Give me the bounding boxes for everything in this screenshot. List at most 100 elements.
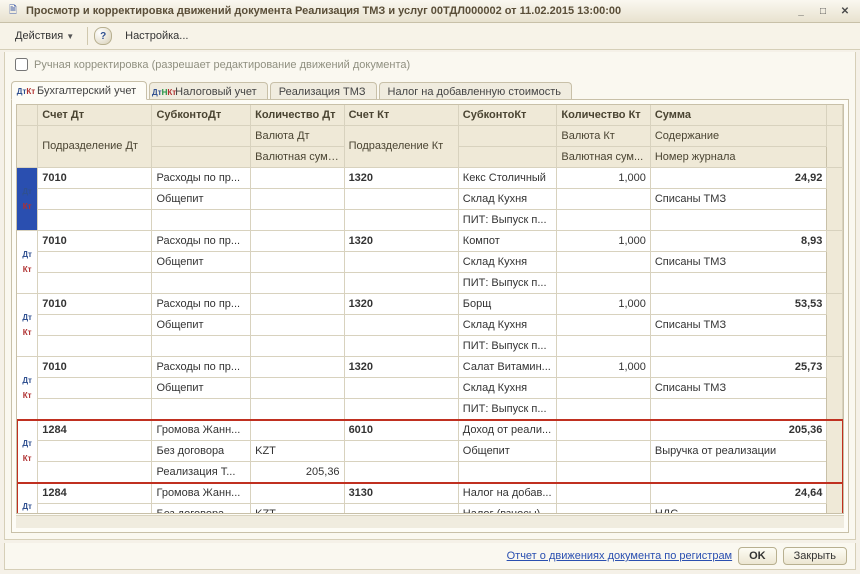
cell[interactable]: Общепит: [152, 315, 251, 336]
cell[interactable]: [38, 399, 152, 420]
cell[interactable]: [344, 504, 458, 515]
col-cursum-dt[interactable]: Валютная сумма Дт: [251, 147, 344, 168]
cell[interactable]: [38, 336, 152, 357]
table-row[interactable]: ПИТ: Выпуск п...: [17, 336, 843, 357]
cell[interactable]: Реализация Т...: [152, 462, 251, 483]
scrollbar-track[interactable]: [827, 294, 843, 357]
cell[interactable]: НДС: [650, 504, 827, 515]
cell[interactable]: [557, 189, 650, 210]
cell[interactable]: Салат Витамин...: [458, 357, 557, 378]
cell[interactable]: [38, 210, 152, 231]
col-sub2k[interactable]: [458, 126, 557, 147]
cell[interactable]: 205,36: [650, 420, 827, 441]
cell[interactable]: Компот: [458, 231, 557, 252]
table-row[interactable]: Реализация Т...205,36: [17, 462, 843, 483]
col-content[interactable]: Содержание: [650, 126, 827, 147]
horizontal-scrollbar[interactable]: [16, 515, 844, 528]
cell[interactable]: 1,000: [557, 231, 650, 252]
tab-realization[interactable]: Реализация ТМЗ: [270, 82, 377, 100]
cell[interactable]: [650, 462, 827, 483]
scrollbar-track[interactable]: [827, 231, 843, 294]
cell[interactable]: 25,73: [650, 357, 827, 378]
close-button[interactable]: ✕: [836, 4, 854, 18]
cell[interactable]: [38, 273, 152, 294]
table-row[interactable]: ДтКт7010Расходы по пр...1320Компот1,0008…: [17, 231, 843, 252]
cell[interactable]: Без договора: [152, 504, 251, 515]
cell[interactable]: [251, 483, 344, 504]
col-subconto-kt[interactable]: СубконтоКт: [458, 105, 557, 126]
col-journal[interactable]: Номер журнала: [650, 147, 827, 168]
minimize-button[interactable]: _: [792, 4, 810, 18]
cell[interactable]: Расходы по пр...: [152, 294, 251, 315]
cell[interactable]: Общепит: [458, 441, 557, 462]
manual-correct-checkbox[interactable]: [15, 58, 28, 71]
tab-vat[interactable]: Налог на добавленную стоимость: [379, 82, 572, 100]
cell[interactable]: 205,36: [251, 462, 344, 483]
cell[interactable]: [152, 336, 251, 357]
cell[interactable]: Борщ: [458, 294, 557, 315]
cell[interactable]: Расходы по пр...: [152, 231, 251, 252]
cell[interactable]: [251, 210, 344, 231]
cell[interactable]: 1320: [344, 168, 458, 189]
col-qty-dt[interactable]: Количество Дт: [251, 105, 344, 126]
table-row[interactable]: ОбщепитСклад КухняСписаны ТМЗ: [17, 252, 843, 273]
table-row[interactable]: ДтКт7010Расходы по пр...1320Салат Витами…: [17, 357, 843, 378]
col-currency-kt[interactable]: Валюта Кт: [557, 126, 650, 147]
table-row[interactable]: ОбщепитСклад КухняСписаны ТМЗ: [17, 378, 843, 399]
cell[interactable]: [344, 273, 458, 294]
table-row[interactable]: ПИТ: Выпуск п...: [17, 273, 843, 294]
cell[interactable]: Общепит: [152, 252, 251, 273]
cell[interactable]: ПИТ: Выпуск п...: [458, 336, 557, 357]
cell[interactable]: ПИТ: Выпуск п...: [458, 273, 557, 294]
cell[interactable]: Общепит: [152, 378, 251, 399]
cell[interactable]: [650, 210, 827, 231]
cell[interactable]: 1,000: [557, 294, 650, 315]
cell[interactable]: [344, 462, 458, 483]
cell[interactable]: [650, 336, 827, 357]
cell[interactable]: [251, 189, 344, 210]
cell[interactable]: [557, 273, 650, 294]
scrollbar-track[interactable]: [827, 483, 843, 515]
col-currency-dt[interactable]: Валюта Дт: [251, 126, 344, 147]
help-button[interactable]: ?: [94, 27, 112, 45]
col-sum[interactable]: Сумма: [650, 105, 827, 126]
cell[interactable]: Склад Кухня: [458, 252, 557, 273]
cell[interactable]: [38, 252, 152, 273]
col-sub2[interactable]: [152, 126, 251, 147]
col-dept-dt[interactable]: Подразделение Дт: [38, 126, 152, 168]
cell[interactable]: [557, 252, 650, 273]
cell[interactable]: [458, 462, 557, 483]
cell[interactable]: 24,92: [650, 168, 827, 189]
cell[interactable]: Склад Кухня: [458, 315, 557, 336]
col-account-kt[interactable]: Счет Кт: [344, 105, 458, 126]
cell[interactable]: [38, 504, 152, 515]
cell[interactable]: 1284: [38, 483, 152, 504]
cell[interactable]: [650, 399, 827, 420]
tab-accounting[interactable]: ДтКт Бухгалтерский учет: [11, 81, 147, 100]
table-row[interactable]: ДтКт1284Громова Жанн...6010Доход от реал…: [17, 420, 843, 441]
cell[interactable]: [251, 315, 344, 336]
cell[interactable]: [152, 399, 251, 420]
cell[interactable]: [251, 399, 344, 420]
table-row[interactable]: ДтКт1284Громова Жанн...3130Налог на доба…: [17, 483, 843, 504]
cell[interactable]: [557, 399, 650, 420]
cell[interactable]: [251, 378, 344, 399]
cell[interactable]: ПИТ: Выпуск п...: [458, 210, 557, 231]
col-icon[interactable]: [17, 105, 38, 126]
cell[interactable]: 6010: [344, 420, 458, 441]
cell[interactable]: [38, 462, 152, 483]
cell[interactable]: [38, 315, 152, 336]
table-row[interactable]: ДтКт7010Расходы по пр...1320Кекс Столичн…: [17, 168, 843, 189]
cell[interactable]: KZT: [251, 441, 344, 462]
cell[interactable]: 53,53: [650, 294, 827, 315]
actions-menu[interactable]: Действия ▼: [8, 27, 81, 45]
cell[interactable]: 7010: [38, 357, 152, 378]
cell[interactable]: [344, 252, 458, 273]
cell[interactable]: [251, 231, 344, 252]
table-row[interactable]: ОбщепитСклад КухняСписаны ТМЗ: [17, 189, 843, 210]
ok-button[interactable]: OK: [738, 547, 777, 565]
table-row[interactable]: ПИТ: Выпуск п...: [17, 210, 843, 231]
cell[interactable]: Расходы по пр...: [152, 357, 251, 378]
cell[interactable]: [38, 378, 152, 399]
col-qty-kt[interactable]: Количество Кт: [557, 105, 650, 126]
